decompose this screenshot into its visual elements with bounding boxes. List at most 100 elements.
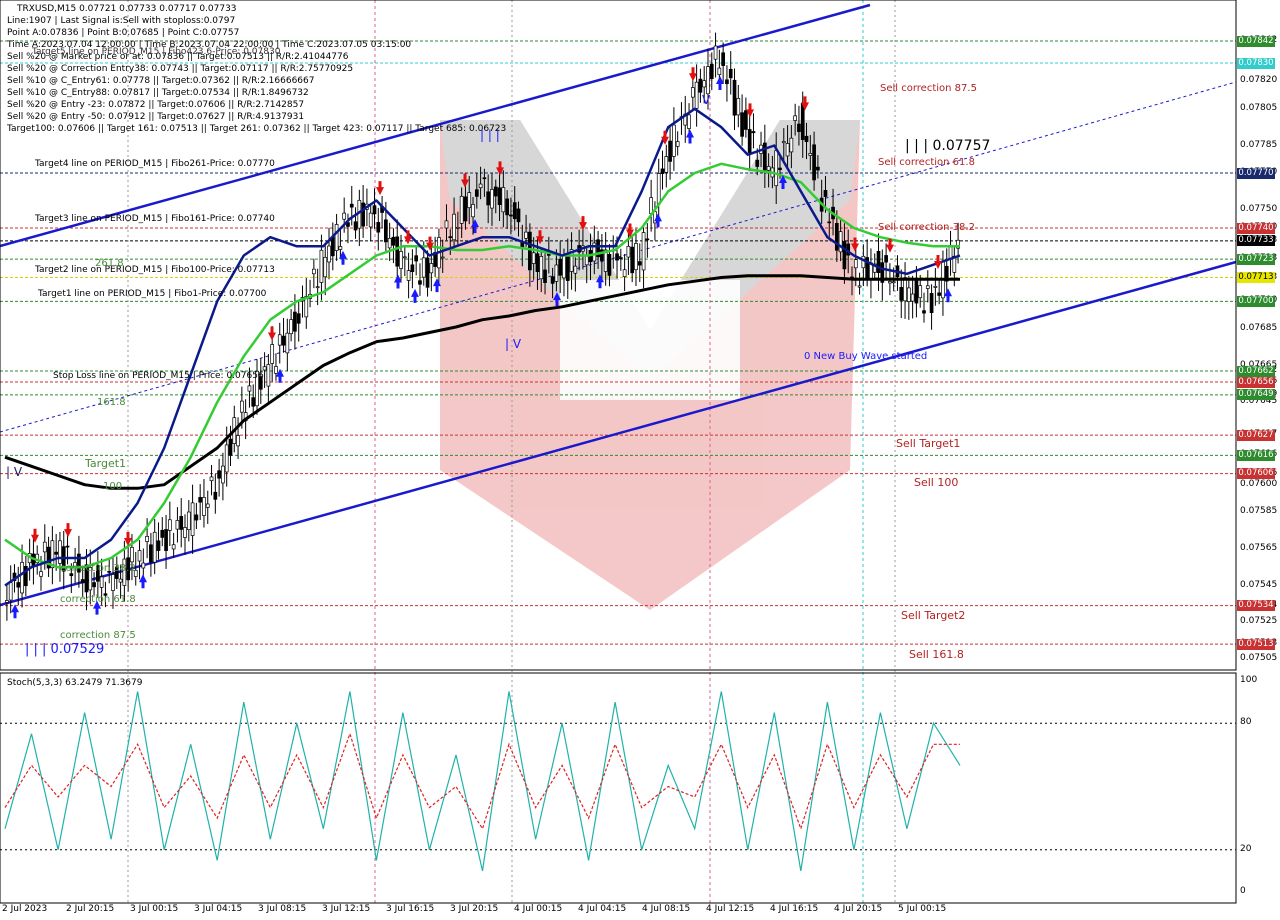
candle-body bbox=[645, 238, 650, 241]
candle-body bbox=[797, 123, 801, 132]
price-tag: 0.07770 bbox=[1237, 167, 1275, 179]
osc-tick: 80 bbox=[1240, 717, 1252, 728]
candle-body bbox=[903, 277, 907, 302]
candle-body bbox=[740, 112, 744, 137]
candle-body bbox=[539, 256, 544, 280]
candle-body bbox=[641, 232, 646, 271]
chart-canvas[interactable] bbox=[0, 0, 1280, 920]
candle-body bbox=[672, 124, 676, 157]
candle-body bbox=[285, 332, 290, 354]
sell-arrow-icon bbox=[426, 236, 434, 251]
candle-body bbox=[827, 221, 832, 224]
candle-body bbox=[948, 246, 953, 260]
candle-body bbox=[141, 562, 146, 569]
candle-body bbox=[251, 397, 256, 407]
candle-body bbox=[550, 276, 555, 284]
date-tick: 4 Jul 08:15 bbox=[642, 904, 691, 914]
candle-body bbox=[861, 255, 866, 269]
candle-body bbox=[618, 257, 623, 260]
signal-info-line: Point A:0.07836 | Point B:0.07685 | Poin… bbox=[7, 28, 240, 38]
candle-body bbox=[630, 246, 635, 274]
candle-body bbox=[709, 63, 714, 80]
candle-body bbox=[471, 204, 475, 218]
candle-body bbox=[747, 129, 752, 153]
sell-arrow-icon bbox=[64, 523, 72, 538]
price-tag: 0.07606 bbox=[1237, 468, 1275, 480]
buy-arrow-icon bbox=[433, 278, 441, 293]
buy-arrow-icon bbox=[411, 288, 419, 303]
candle-body bbox=[459, 196, 464, 224]
candle-body bbox=[728, 68, 733, 79]
candle-body bbox=[327, 245, 331, 263]
sell-correction-875-label: Sell correction 87.5 bbox=[880, 83, 977, 94]
candle-body bbox=[687, 114, 691, 129]
candle-body bbox=[925, 285, 930, 289]
candle-body bbox=[884, 255, 888, 263]
candle-body bbox=[516, 208, 521, 223]
stoploss-label: Stop Loss line on PERIOD_M15 | Price: 0.… bbox=[53, 371, 264, 381]
date-tick: 2 Jul 20:15 bbox=[66, 904, 115, 914]
candle-body bbox=[194, 514, 199, 521]
candle-body bbox=[789, 137, 794, 153]
wave-c-label: | | | 0.07757 bbox=[905, 138, 991, 154]
candle-body bbox=[289, 319, 293, 335]
candle-body bbox=[277, 334, 282, 346]
wave-iv-left-label: | V bbox=[6, 465, 23, 479]
candle-body bbox=[751, 131, 756, 134]
wave-iv-mid-label: | V bbox=[505, 337, 522, 351]
candle-body bbox=[372, 205, 377, 215]
candle-body bbox=[656, 173, 661, 205]
candle-body bbox=[800, 102, 805, 140]
candle-body bbox=[774, 150, 779, 187]
price-tag: 0.07733 bbox=[1237, 235, 1275, 247]
candle-body bbox=[42, 541, 47, 553]
candle-body bbox=[528, 231, 532, 271]
candle-body bbox=[39, 571, 43, 577]
candle-body bbox=[444, 220, 449, 229]
candle-body bbox=[497, 187, 502, 205]
candle-body bbox=[5, 600, 9, 603]
candle-body bbox=[179, 516, 184, 530]
target4-label: Target4 line on PERIOD_M15 | Fibo261-Pri… bbox=[35, 159, 275, 169]
candle-body bbox=[766, 166, 771, 171]
candle-body bbox=[565, 254, 570, 281]
candle-body bbox=[637, 261, 642, 266]
candle-body bbox=[429, 263, 434, 274]
sell-arrow-icon bbox=[268, 326, 276, 341]
candle-body bbox=[145, 536, 149, 542]
candle-body bbox=[456, 226, 460, 229]
candle-body bbox=[501, 187, 506, 213]
candle-body bbox=[467, 192, 472, 209]
candle-body bbox=[228, 438, 233, 456]
candle-body bbox=[361, 202, 365, 227]
signal-info-line: Sell %20 @ Correction Entry38: 0.07743 |… bbox=[7, 64, 354, 74]
osc-tick: 0 bbox=[1240, 886, 1246, 896]
candle-body bbox=[562, 255, 566, 279]
wave-v-label: V bbox=[702, 93, 711, 107]
candle-body bbox=[353, 221, 358, 231]
date-tick: 4 Jul 12:15 bbox=[706, 904, 755, 914]
candle-body bbox=[262, 366, 267, 371]
candle-body bbox=[888, 281, 892, 284]
candle-body bbox=[80, 579, 85, 584]
candle-body bbox=[933, 285, 938, 288]
candle-body bbox=[675, 141, 680, 147]
candle-body bbox=[474, 189, 479, 197]
candle-body bbox=[853, 259, 858, 269]
date-tick: 3 Jul 12:15 bbox=[322, 904, 371, 914]
candle-body bbox=[694, 81, 699, 109]
candle-body bbox=[725, 79, 729, 85]
candle-body bbox=[410, 264, 415, 273]
candle-body bbox=[702, 80, 707, 88]
price-tag: 0.07649 bbox=[1237, 389, 1275, 401]
candle-body bbox=[762, 142, 767, 171]
price-tag: 0.07740 bbox=[1237, 222, 1275, 234]
buy-arrow-icon bbox=[11, 604, 19, 619]
candle-body bbox=[452, 213, 456, 241]
price-tick: 0.07585 bbox=[1240, 506, 1278, 517]
date-tick: 4 Jul 16:15 bbox=[770, 904, 819, 914]
candle-body bbox=[668, 140, 672, 162]
price-tick: 0.07505 bbox=[1240, 652, 1278, 663]
price-tag: 0.07534 bbox=[1237, 600, 1275, 612]
candle-body bbox=[535, 253, 540, 272]
